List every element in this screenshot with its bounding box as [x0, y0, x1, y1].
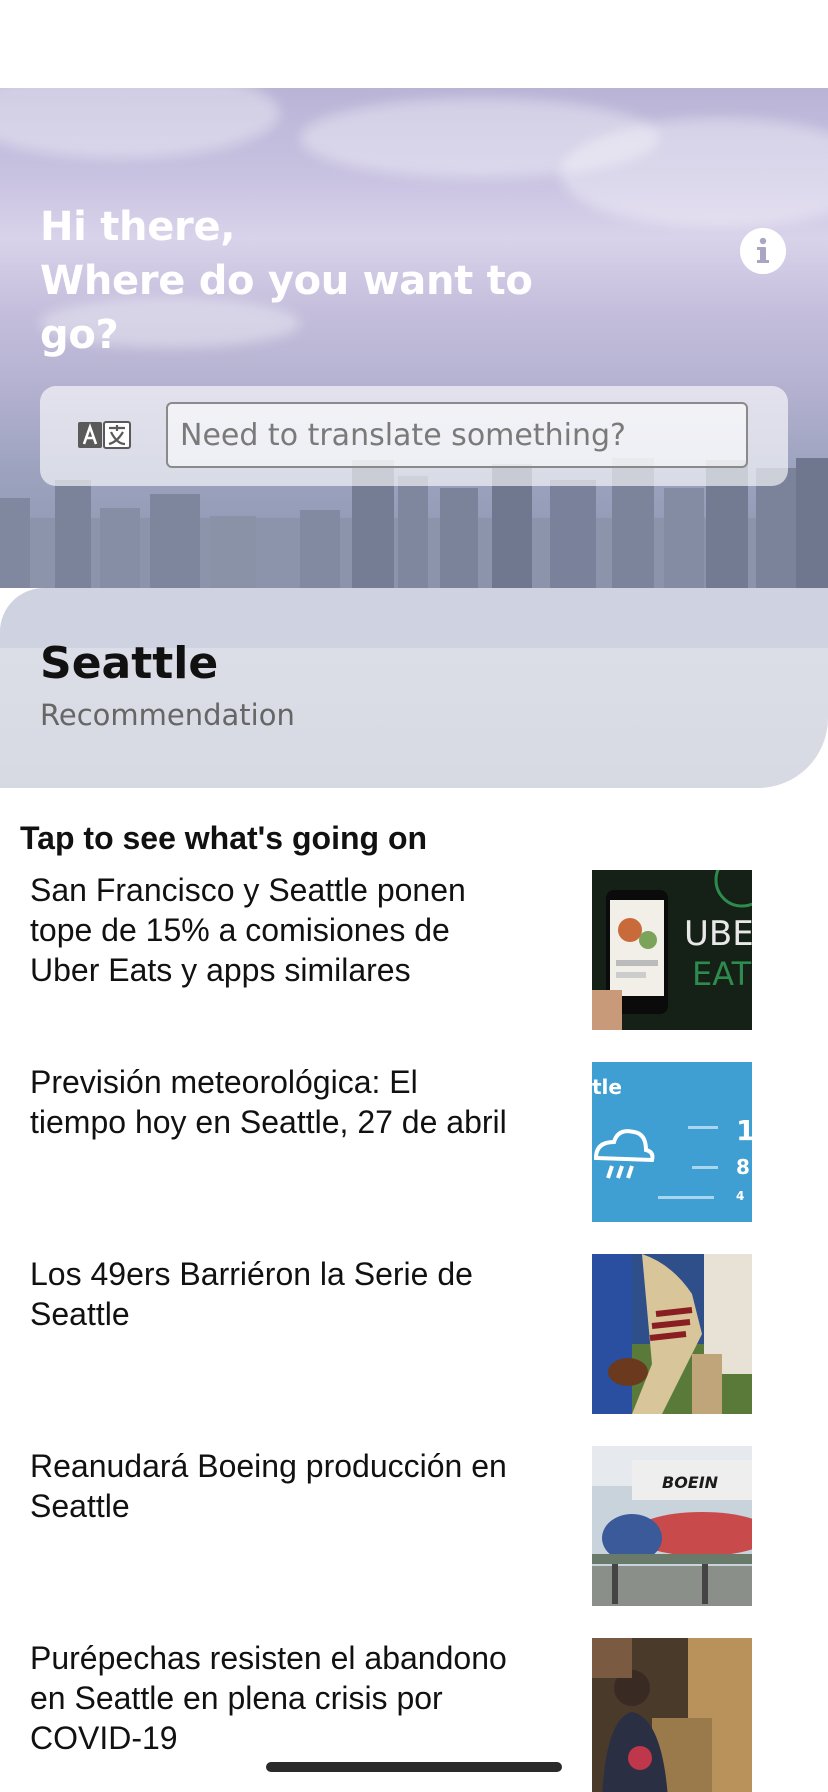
news-thumbnail: BOEIN	[592, 1446, 752, 1606]
city-name: Seattle	[40, 638, 219, 689]
news-title: Purépechas resisten el abandono en Seatt…	[30, 1640, 507, 1756]
news-title: Previsión meteorológica: El tiempo hoy e…	[30, 1064, 507, 1140]
status-bar	[0, 0, 828, 88]
thumb-weather-value: 1	[736, 1114, 752, 1147]
news-thumbnail	[592, 1254, 752, 1414]
greeting-heading: Hi there, Where do you want to go?	[40, 200, 600, 362]
thumb-boeing-text: BOEIN	[662, 1473, 719, 1492]
news-title: San Francisco y Seattle ponen tope de 15…	[30, 872, 466, 988]
translate-card	[40, 386, 788, 486]
translate-input[interactable]	[166, 402, 748, 468]
news-item[interactable]: Reanudará Boeing producción en Seattle B…	[0, 1442, 828, 1614]
translate-icon[interactable]	[78, 418, 132, 454]
thumb-weather-title: tle	[592, 1075, 622, 1099]
thumb-weather-value: 4	[736, 1189, 744, 1203]
greeting-line-2: Where do you want to go?	[40, 258, 533, 358]
greeting-line-1: Hi there,	[40, 204, 236, 250]
thumb-brand-text: EATS	[692, 955, 752, 993]
news-item[interactable]: Los 49ers Barriéron la Serie de Seattle	[0, 1250, 828, 1422]
news-thumbnail	[592, 1638, 752, 1792]
news-thumbnail: UBE EATS	[592, 870, 752, 1030]
cloud-decoration	[0, 88, 280, 158]
news-section-title: Tap to see what's going on	[20, 820, 428, 856]
thumb-weather-value: 8	[736, 1155, 750, 1179]
info-icon	[740, 228, 786, 274]
news-title: Los 49ers Barriéron la Serie de Seattle	[30, 1256, 473, 1332]
news-thumbnail: tle 1 8 4	[592, 1062, 752, 1222]
news-title: Reanudará Boeing producción en Seattle	[30, 1448, 507, 1524]
home-indicator[interactable]	[266, 1762, 562, 1772]
news-item[interactable]: San Francisco y Seattle ponen tope de 15…	[0, 866, 828, 1038]
city-subtitle: Recommendation	[40, 698, 295, 732]
info-button[interactable]	[740, 228, 786, 274]
thumb-brand-text: UBE	[684, 914, 752, 954]
news-item[interactable]: Previsión meteorológica: El tiempo hoy e…	[0, 1058, 828, 1230]
